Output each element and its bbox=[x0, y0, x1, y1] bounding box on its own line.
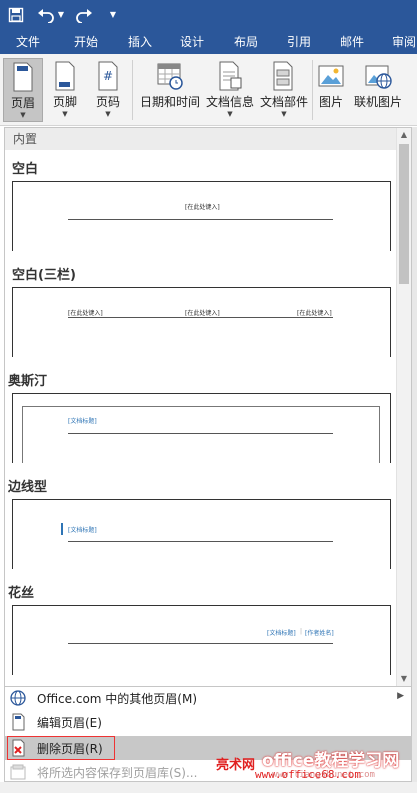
header-rule bbox=[68, 219, 333, 220]
status-strip bbox=[0, 782, 417, 793]
tab-home[interactable]: 开始 bbox=[74, 32, 98, 52]
page-number-button[interactable]: # 页码 ▼ bbox=[88, 58, 128, 122]
header-rule bbox=[68, 317, 333, 318]
edit-header-label: 编辑页眉(E) bbox=[37, 715, 102, 730]
header-preview-sideline[interactable]: [文档标题] bbox=[12, 499, 391, 569]
sideline-bar bbox=[61, 523, 63, 535]
picture-label: 图片 bbox=[318, 95, 343, 109]
footer-icon bbox=[51, 61, 79, 91]
header-gallery: 内置 空白 [在此处键入] 空白(三栏) [在此处键入] [在此处键入] [在此… bbox=[4, 127, 412, 687]
highlight-box bbox=[7, 736, 115, 760]
online-picture-icon bbox=[364, 61, 392, 91]
placeholder-text: [作者姓名] bbox=[305, 630, 334, 637]
docparts-label: 文档部件 bbox=[259, 95, 308, 109]
footer-button[interactable]: 页脚 ▼ bbox=[45, 58, 85, 122]
docinfo-button[interactable]: 文档信息 ▼ bbox=[204, 58, 256, 122]
save-to-gallery-label: 将所选内容保存到页眉库(S)... bbox=[37, 765, 198, 780]
header-button[interactable]: 页眉 ▼ bbox=[3, 58, 43, 122]
placeholder-text: [在此处键入] bbox=[185, 310, 220, 317]
chevron-down-icon: ▼ bbox=[227, 110, 233, 118]
chevron-down-icon: ▼ bbox=[281, 110, 287, 118]
scroll-up-icon[interactable]: ▲ bbox=[397, 128, 411, 142]
datetime-button[interactable]: 日期和时间 bbox=[138, 58, 202, 122]
tab-review[interactable]: 审阅 bbox=[392, 32, 416, 52]
save-icon[interactable] bbox=[6, 5, 26, 25]
header-preview-austin[interactable]: [文档标题] bbox=[12, 393, 391, 463]
ribbon-separator bbox=[312, 60, 313, 120]
undo-dropdown-icon[interactable]: ▼ bbox=[56, 6, 66, 24]
header-icon bbox=[9, 62, 37, 92]
more-headers-label: Office.com 中的其他页眉(M) bbox=[37, 691, 198, 706]
watermark-url-partial: www.liangshunet.com bbox=[272, 770, 375, 780]
tab-layout[interactable]: 布局 bbox=[234, 32, 258, 52]
more-headers-menu-item[interactable]: Office.com 中的其他页眉(M) ▶ bbox=[5, 687, 412, 709]
edit-header-icon bbox=[9, 713, 29, 731]
undo-icon[interactable] bbox=[36, 5, 56, 25]
gallery-section-title: 花丝 bbox=[8, 586, 35, 601]
gallery-section-title: 边线型 bbox=[8, 480, 48, 495]
scroll-thumb[interactable] bbox=[399, 144, 409, 284]
redo-icon[interactable] bbox=[74, 5, 94, 25]
calendar-clock-icon bbox=[156, 61, 184, 91]
tab-references[interactable]: 引用 bbox=[287, 32, 311, 52]
customize-qat-icon[interactable]: ▼ bbox=[108, 6, 118, 24]
document-info-icon bbox=[216, 61, 244, 91]
docparts-button[interactable]: 文档部件 ▼ bbox=[258, 58, 310, 122]
docinfo-label: 文档信息 bbox=[205, 95, 254, 109]
separator-glyph: | bbox=[300, 628, 303, 635]
header-rule bbox=[68, 541, 333, 542]
watermark-brand: 亮术网 bbox=[216, 758, 256, 773]
placeholder-text: [文档标题] bbox=[267, 630, 296, 637]
header-label: 页眉 bbox=[10, 96, 35, 110]
placeholder-text: [在此处键入] bbox=[68, 310, 103, 317]
chevron-down-icon: ▼ bbox=[20, 111, 26, 119]
gallery-section-title: 空白(三栏) bbox=[12, 268, 76, 283]
footer-label: 页脚 bbox=[52, 95, 77, 109]
chevron-down-icon: ▼ bbox=[105, 110, 111, 118]
header-rule bbox=[68, 433, 333, 434]
gallery-scrollbar[interactable]: ▲ ▼ bbox=[396, 128, 411, 686]
picture-icon bbox=[317, 61, 345, 91]
page-number-icon: # bbox=[94, 61, 122, 91]
scroll-down-icon[interactable]: ▼ bbox=[397, 672, 411, 686]
page-number-label: 页码 bbox=[95, 95, 120, 109]
placeholder-text: [在此处键入] bbox=[185, 204, 220, 211]
header-preview-blank[interactable]: [在此处键入] bbox=[12, 181, 391, 251]
placeholder-text: [文档标题] bbox=[68, 418, 97, 425]
gallery-category-builtin: 内置 bbox=[5, 128, 397, 150]
chevron-down-icon: ▼ bbox=[62, 110, 68, 118]
quick-parts-icon bbox=[270, 61, 298, 91]
placeholder-text: [文档标题] bbox=[68, 527, 97, 534]
title-bar: ▼ ▼ bbox=[0, 0, 417, 30]
tab-insert[interactable]: 插入 bbox=[128, 32, 152, 52]
tab-file[interactable]: 文件 bbox=[16, 32, 40, 52]
header-preview-blank-three-column[interactable]: [在此处键入] [在此处键入] [在此处键入] bbox=[12, 287, 391, 357]
document-edge bbox=[412, 127, 417, 793]
ribbon-separator bbox=[132, 60, 133, 120]
header-preview-filigree[interactable]: [文档标题] | [作者姓名] bbox=[12, 605, 391, 675]
tab-mailings[interactable]: 邮件 bbox=[340, 32, 364, 52]
online-picture-button[interactable]: 联机图片 bbox=[351, 58, 405, 122]
tab-design[interactable]: 设计 bbox=[180, 32, 204, 52]
header-rule bbox=[68, 643, 333, 644]
save-selection-icon bbox=[9, 763, 29, 781]
gallery-section-title: 奥斯汀 bbox=[8, 374, 48, 389]
ribbon-tabs: 文件 开始 插入 设计 布局 引用 邮件 审阅 bbox=[0, 30, 417, 54]
gallery-section-title: 空白 bbox=[12, 162, 39, 177]
placeholder-text: [在此处键入] bbox=[297, 310, 332, 317]
office-globe-icon bbox=[9, 689, 29, 707]
edit-header-menu-item[interactable]: 编辑页眉(E) bbox=[5, 711, 412, 733]
picture-button[interactable]: 图片 bbox=[314, 58, 348, 122]
svg-text:#: # bbox=[103, 69, 113, 83]
ribbon: 页眉 ▼ 页脚 ▼ # 页码 ▼ 日期和时间 文档信息 ▼ 文档部件 ▼ 图片 … bbox=[0, 54, 417, 126]
austin-frame bbox=[22, 406, 380, 463]
online-picture-label: 联机图片 bbox=[353, 95, 402, 109]
submenu-arrow-icon: ▶ bbox=[397, 691, 404, 701]
datetime-label: 日期和时间 bbox=[139, 95, 200, 109]
